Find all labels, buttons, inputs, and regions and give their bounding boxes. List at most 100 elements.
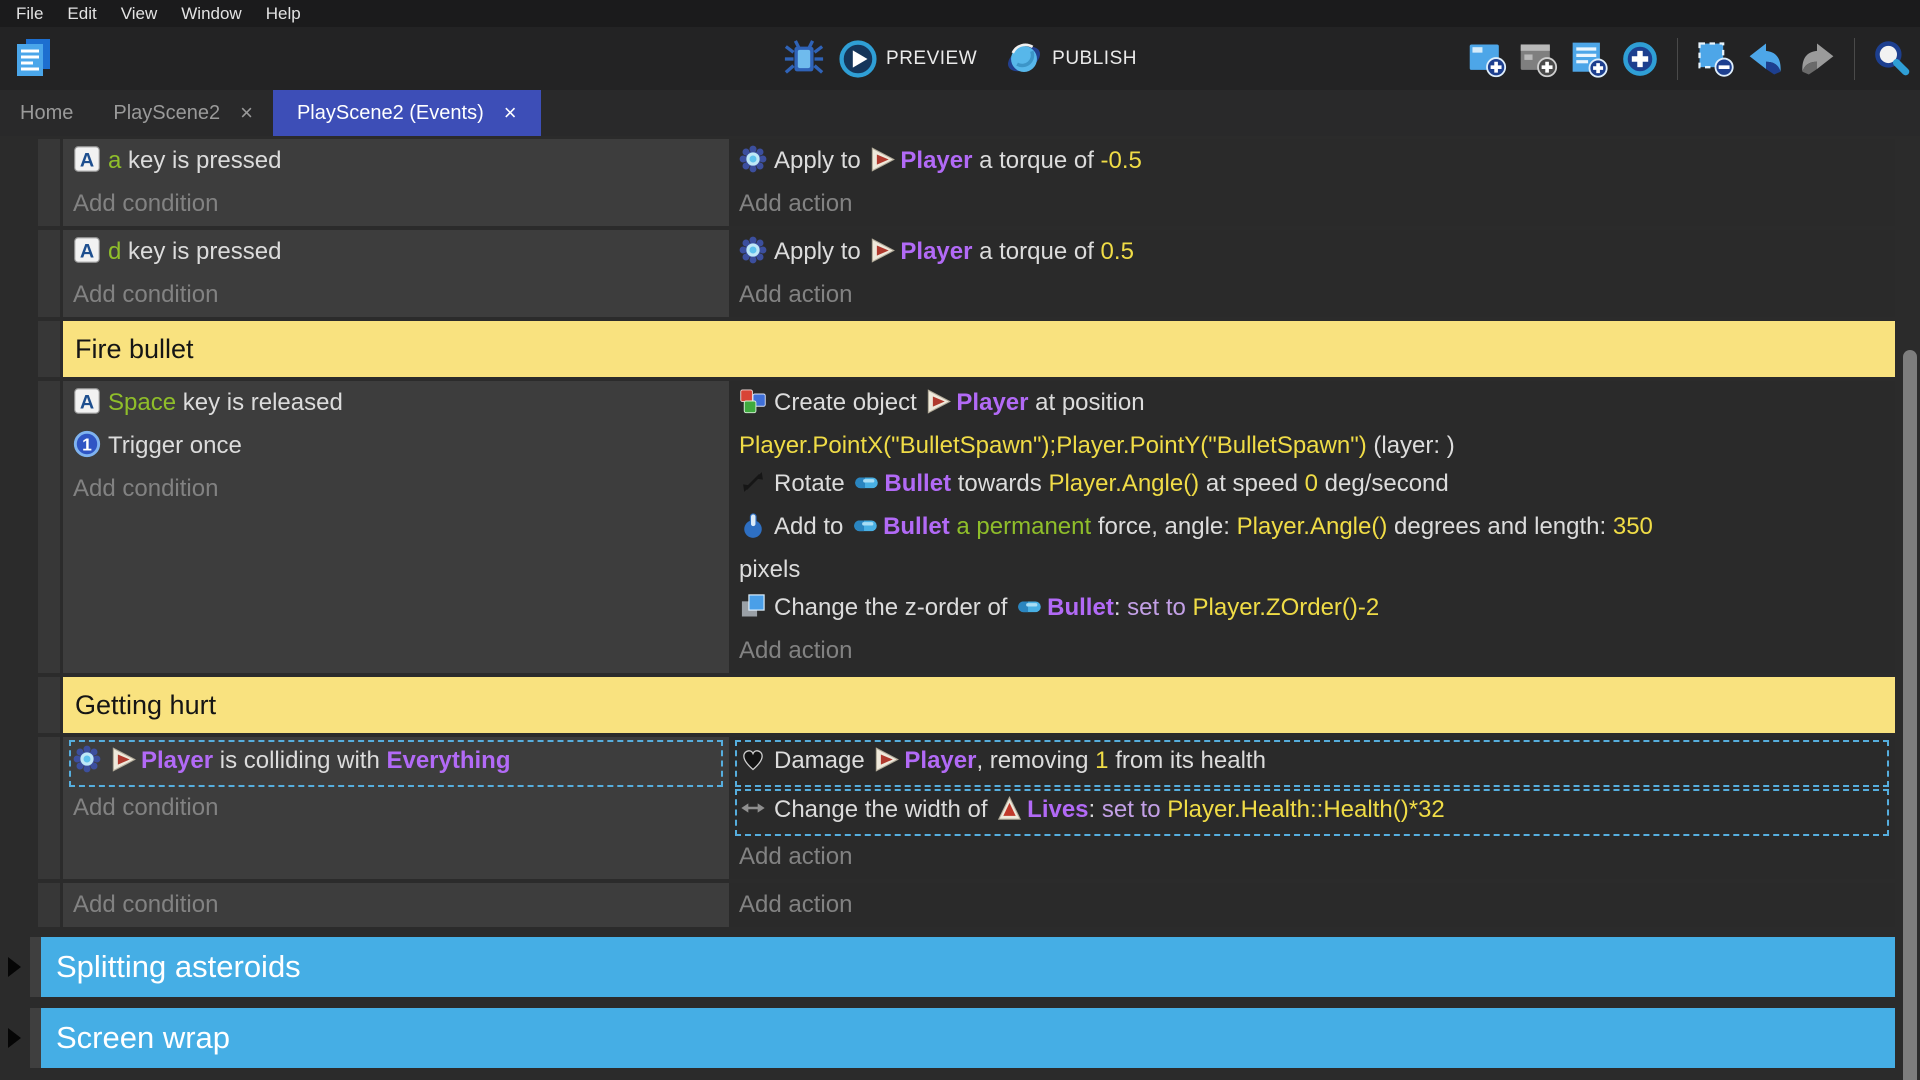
event-drag-handle[interactable] (38, 230, 60, 317)
text-segment: : (1089, 796, 1102, 823)
text-segment: Create object (774, 389, 923, 416)
publish-button[interactable]: PUBLISH (1005, 40, 1137, 78)
add-condition-link[interactable]: Add condition (73, 470, 729, 508)
create-icon (739, 387, 774, 427)
add-event-icon[interactable] (1467, 39, 1507, 79)
text-segment: -0.5 (1101, 147, 1142, 174)
action-instruction-selected[interactable]: Damage Player, removing 1 from its healt… (735, 740, 1889, 787)
menu-file[interactable]: File (4, 0, 55, 27)
debug-icon[interactable] (783, 38, 825, 80)
collapse-arrow-icon[interactable] (8, 957, 21, 977)
standard-event: Aa key is pressedAdd conditionApply to P… (38, 139, 1895, 226)
text-segment: towards (951, 470, 1048, 497)
instruction-line: Player.PointX("BulletSpawn");Player.Poin… (739, 427, 1895, 465)
text-segment: Lives (1027, 796, 1088, 823)
event-drag-handle[interactable] (38, 139, 60, 226)
condition-instruction[interactable]: Aa key is pressed (73, 142, 729, 185)
physics-icon (739, 236, 774, 276)
preview-button[interactable]: PREVIEW (839, 40, 977, 78)
condition-instruction[interactable]: 1Trigger once (73, 427, 729, 470)
add-action-link[interactable]: Add action (739, 632, 1895, 670)
text-segment: pixels (739, 556, 800, 583)
event-drag-handle[interactable] (38, 883, 60, 927)
menu-help[interactable]: Help (254, 0, 313, 27)
instruction-line: pixels (739, 551, 1895, 589)
close-icon[interactable]: × (504, 100, 517, 126)
add-instruction-icon[interactable] (1620, 39, 1660, 79)
add-condition-link[interactable]: Add condition (73, 276, 729, 314)
instruction-line: Aa key is pressed (73, 142, 729, 185)
text-segment: Apply to (774, 238, 867, 265)
tab-playscene2[interactable]: PlayScene2 × (93, 90, 273, 136)
event-drag-handle[interactable] (38, 677, 60, 733)
close-icon[interactable]: × (240, 100, 253, 126)
tab-home[interactable]: Home (0, 90, 93, 136)
add-subevent-icon[interactable] (1518, 39, 1558, 79)
condition-instruction-selected[interactable]: Player is colliding with Everything (69, 740, 723, 787)
text-segment: Bullet (883, 513, 950, 540)
comment-text[interactable]: Fire bullet (63, 321, 1895, 377)
actions-column: Apply to Player a torque of -0.5Add acti… (729, 139, 1895, 226)
group-drag-handle[interactable] (30, 937, 41, 997)
player-icon (867, 146, 900, 185)
tab-playscene2-events[interactable]: PlayScene2 (Events) × (273, 90, 541, 136)
text-segment: a permanent (956, 513, 1091, 540)
group-drag-handle[interactable] (30, 1008, 41, 1068)
text-segment: Trigger once (108, 432, 242, 459)
redo-icon[interactable] (1797, 39, 1837, 79)
menu-view[interactable]: View (109, 0, 170, 27)
toolbar: PREVIEW PUBLISH (0, 27, 1920, 90)
text-segment: Space (108, 389, 176, 416)
publish-label: PUBLISH (1052, 48, 1137, 70)
group-title[interactable]: Screen wrap (41, 1008, 1895, 1068)
keyboard-icon: A (73, 387, 108, 427)
keyboard-icon: A (73, 145, 108, 185)
action-instruction[interactable]: Rotate Bullet towards Player.Angle() at … (739, 465, 1895, 508)
condition-instruction[interactable]: ASpace key is released (73, 384, 729, 427)
add-condition-link[interactable]: Add condition (73, 185, 729, 223)
action-instruction[interactable]: Add to Bullet a permanent force, angle: … (739, 508, 1895, 589)
lives-icon (994, 795, 1027, 834)
actions-column: Add action (729, 883, 1895, 927)
publish-icon (1005, 40, 1043, 78)
add-action-link[interactable]: Add action (739, 886, 1895, 924)
action-instruction[interactable]: Apply to Player a torque of -0.5 (739, 142, 1895, 185)
group-title[interactable]: Splitting asteroids (41, 937, 1895, 997)
add-condition-link[interactable]: Add condition (73, 789, 729, 827)
add-condition-link[interactable]: Add condition (73, 886, 729, 924)
comment-text[interactable]: Getting hurt (63, 677, 1895, 733)
text-segment: Player.Health::Health()*32 (1167, 796, 1444, 823)
player-icon (108, 746, 141, 785)
undo-icon[interactable] (1746, 39, 1786, 79)
text-segment: Player.ZOrder()-2 (1193, 594, 1380, 621)
zorder-icon (739, 592, 774, 632)
event-drag-handle[interactable] (38, 321, 60, 377)
text-segment: (layer: ) (1367, 432, 1455, 459)
text-segment: key is pressed (121, 147, 281, 174)
action-instruction[interactable]: Create object Player at positionPlayer.P… (739, 384, 1895, 465)
search-icon[interactable] (1872, 39, 1912, 79)
action-instruction-selected[interactable]: Change the width of Lives: set to Player… (735, 789, 1889, 836)
actions-column: Create object Player at positionPlayer.P… (729, 381, 1895, 673)
menu-edit[interactable]: Edit (55, 0, 108, 27)
add-action-link[interactable]: Add action (739, 838, 1895, 876)
action-instruction[interactable]: Apply to Player a torque of 0.5 (739, 233, 1895, 276)
event-drag-handle[interactable] (38, 737, 60, 879)
events-sheet: Aa key is pressedAdd conditionApply to P… (0, 136, 1920, 1080)
delete-selection-icon[interactable] (1695, 39, 1735, 79)
heart-icon (739, 745, 774, 785)
menu-window[interactable]: Window (169, 0, 253, 27)
vertical-scrollbar[interactable] (1903, 350, 1917, 1080)
standard-event: Add condition Add action (38, 883, 1895, 927)
add-action-link[interactable]: Add action (739, 276, 1895, 314)
add-action-link[interactable]: Add action (739, 185, 1895, 223)
collapse-arrow-icon[interactable] (8, 1028, 21, 1048)
standard-event: Player is colliding with EverythingAdd c… (38, 737, 1895, 879)
actions-column: Apply to Player a torque of 0.5Add actio… (729, 230, 1895, 317)
condition-instruction[interactable]: Ad key is pressed (73, 233, 729, 276)
instruction-line: ASpace key is released (73, 384, 729, 427)
action-instruction[interactable]: Change the z-order of Bullet: set to Pla… (739, 589, 1895, 632)
add-comment-icon[interactable] (1569, 39, 1609, 79)
event-drag-handle[interactable] (38, 381, 60, 673)
instruction-line: Ad key is pressed (73, 233, 729, 276)
